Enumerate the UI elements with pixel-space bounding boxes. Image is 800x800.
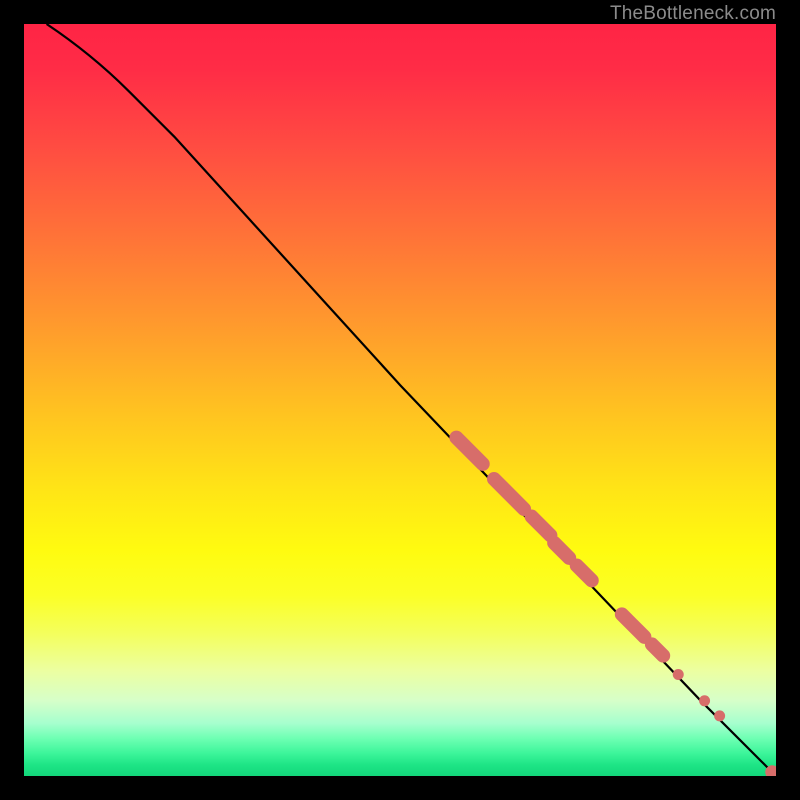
marker-dot xyxy=(714,710,725,721)
attribution-text: TheBottleneck.com xyxy=(610,3,776,25)
chart-svg xyxy=(24,24,776,776)
marker-dot xyxy=(765,765,776,776)
marker-dot xyxy=(699,695,710,706)
marker-segment xyxy=(622,614,645,637)
main-curve xyxy=(47,24,776,776)
marker-segment xyxy=(577,565,592,580)
marker-segment xyxy=(456,438,482,464)
marker-dot xyxy=(673,669,684,680)
marker-segment xyxy=(532,517,551,536)
plot-area xyxy=(24,24,776,776)
chart-frame: TheBottleneck.com xyxy=(0,0,800,800)
marker-segment xyxy=(494,479,524,509)
marker-segment xyxy=(554,543,569,558)
marker-layer xyxy=(456,438,776,776)
marker-segment xyxy=(652,644,663,655)
